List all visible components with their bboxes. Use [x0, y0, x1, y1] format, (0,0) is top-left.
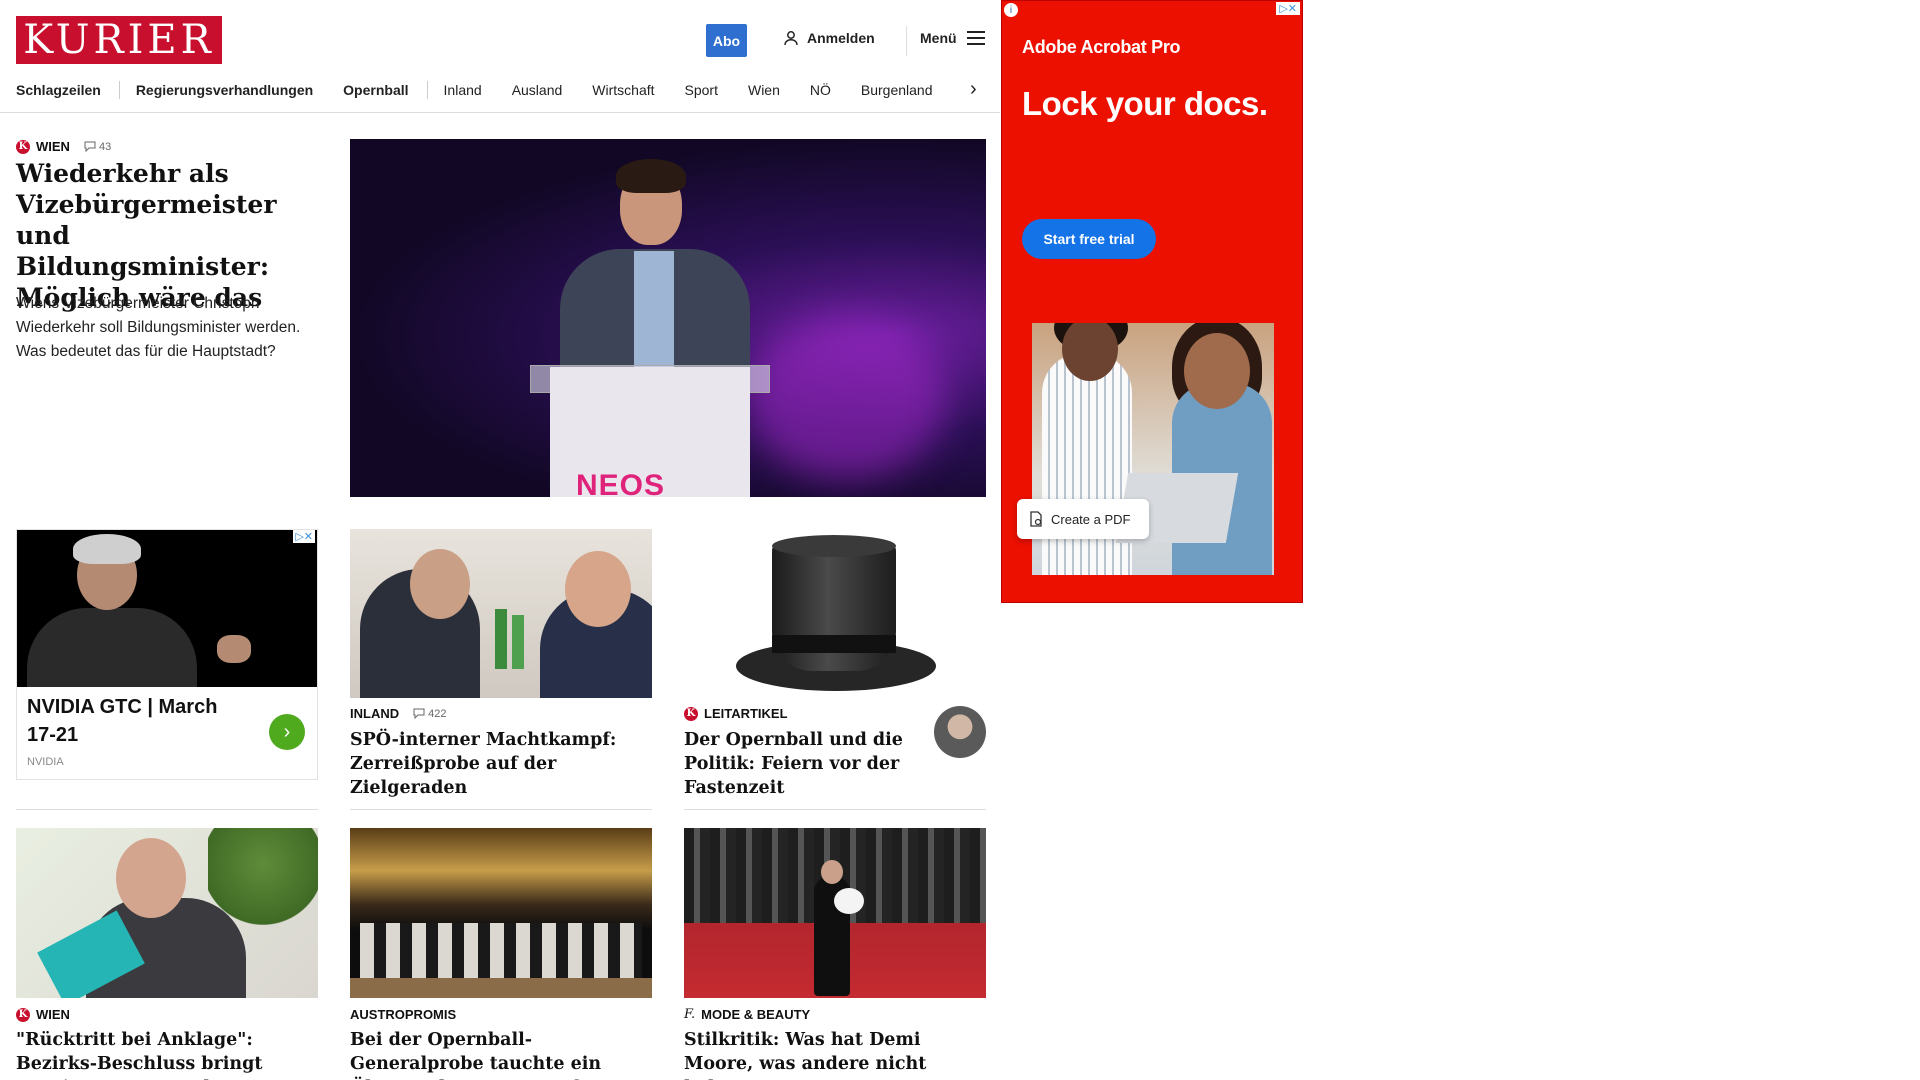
image-bottle	[512, 615, 524, 669]
image-bow	[834, 888, 864, 914]
row-divider	[684, 809, 986, 810]
lead-comments[interactable]: 43	[84, 141, 111, 153]
speaker-hair	[616, 159, 686, 193]
nav-item-inland[interactable]: Inland	[444, 82, 512, 98]
nav-item-wirtschaft[interactable]: Wirtschaft	[592, 82, 684, 98]
nav-item-regierungsverhandlungen[interactable]: Regierungsverhandlungen	[136, 82, 343, 98]
card-image-demi-moore[interactable]	[684, 828, 986, 998]
chevron-right-icon[interactable]: ›	[970, 79, 977, 99]
adobe-ad-brand: Adobe Acrobat Pro	[1022, 37, 1181, 57]
hat-band	[772, 635, 896, 653]
image-face	[821, 860, 843, 884]
card-section[interactable]: INLAND	[350, 706, 399, 721]
lead-teaser[interactable]: Wiens Vizebürgermeister Christoph Wieder…	[16, 292, 326, 364]
card-section[interactable]: MODE & BEAUTY	[701, 1007, 810, 1022]
card-headline[interactable]: SPÖ-interner Machtkampf: Zerreißprobe au…	[350, 728, 652, 800]
nav-divider	[426, 81, 428, 99]
nav-divider	[118, 81, 120, 99]
kurier-logo[interactable]: KURIER	[16, 16, 222, 64]
nav-item-opernball[interactable]: Opernball	[343, 82, 438, 98]
card-comments[interactable]: 422	[413, 708, 446, 720]
adchoices-icon[interactable]: ▷✕	[1276, 2, 1300, 15]
image-blur	[746, 319, 946, 479]
comment-icon	[413, 708, 425, 719]
card-headline[interactable]: "Rücktritt bei Anklage": Bezirks-Beschlu…	[16, 1028, 318, 1080]
nav-item-noe[interactable]: NÖ	[810, 82, 861, 98]
ad-info-icon[interactable]: i	[1004, 3, 1018, 17]
card-headline[interactable]: Stilkritik: Was hat Demi Moore, was ande…	[684, 1028, 986, 1080]
nvidia-ad-title[interactable]: NVIDIA GTC | March 17-21	[27, 693, 237, 749]
image-face	[116, 838, 186, 918]
nav-item-wien[interactable]: Wien	[748, 82, 810, 98]
user-icon	[784, 31, 798, 46]
image-dancers	[360, 923, 642, 983]
image-face	[410, 549, 470, 619]
image-floor	[350, 978, 652, 998]
section-navigation: Schlagzeilen Regierungsverhandlungen Ope…	[16, 76, 984, 104]
chevron-right-icon[interactable]: ›	[269, 714, 305, 750]
card-meta: K LEITARTIKEL	[684, 706, 788, 721]
speaker-shirt	[634, 251, 674, 371]
document-icon	[1030, 511, 1042, 527]
ad-person-face	[1184, 333, 1250, 409]
lead-comment-count: 43	[98, 140, 112, 153]
image-bottle	[495, 609, 507, 669]
login-label: Anmelden	[807, 30, 875, 46]
card-headline[interactable]: Bei der Opernball-Generalprobe tauchte e…	[350, 1028, 652, 1080]
card-image-opernball[interactable]	[350, 828, 652, 998]
card-meta: AUSTROPROMIS	[350, 1007, 456, 1022]
card-image-spoe[interactable]	[350, 529, 652, 698]
nvidia-ad-image	[17, 530, 317, 687]
freizeit-f-icon: f.	[684, 1007, 696, 1022]
hat-top	[772, 535, 896, 557]
nav-item-ausland[interactable]: Ausland	[512, 82, 593, 98]
menu-button[interactable]: Menü	[920, 30, 985, 46]
card-section[interactable]: WIEN	[36, 1007, 70, 1022]
nav-item-burgenland[interactable]: Burgenland	[861, 82, 963, 98]
card-meta: f. MODE & BEAUTY	[684, 1007, 810, 1022]
ad-person-jacket	[27, 608, 197, 687]
author-avatar[interactable]	[934, 706, 986, 758]
card-section[interactable]: LEITARTIKEL	[704, 706, 788, 721]
adchoices-icon[interactable]: ▷✕	[293, 530, 315, 543]
create-pdf-label: Create a PDF	[1051, 511, 1131, 527]
lead-headline[interactable]: Wiederkehr als Vizebürgermeister und Bil…	[16, 158, 316, 313]
nav-fade	[950, 76, 986, 104]
card-meta: K WIEN	[16, 1007, 70, 1022]
card-headline[interactable]: Der Opernball und die Politik: Feiern vo…	[684, 728, 914, 800]
card-section[interactable]: AUSTROPROMIS	[350, 1007, 456, 1022]
header-divider	[906, 26, 907, 56]
card-meta: INLAND 422	[350, 706, 446, 721]
row-divider	[350, 809, 652, 810]
login-button[interactable]: Anmelden	[783, 30, 875, 46]
neos-sign: NEOS	[576, 469, 666, 497]
kurier-k-icon: K	[16, 139, 30, 154]
lead-meta: K WIEN 43	[16, 139, 111, 154]
card-image-leitartikel[interactable]	[684, 529, 986, 698]
hamburger-icon	[966, 31, 985, 45]
kurier-k-icon: K	[16, 1007, 30, 1022]
nvidia-ad[interactable]: ▷✕ NVIDIA GTC | March 17-21 › NVIDIA	[16, 529, 318, 780]
kurier-k-icon: K	[684, 706, 698, 721]
abo-button[interactable]: Abo	[706, 24, 747, 57]
card-comment-count: 422	[428, 707, 447, 720]
nav-item-schlagzeilen[interactable]: Schlagzeilen	[16, 82, 131, 98]
comment-icon	[84, 141, 96, 152]
image-face	[565, 551, 631, 627]
adobe-ad-headline: Lock your docs.	[1022, 85, 1268, 122]
start-free-trial-button[interactable]: Start free trial	[1022, 219, 1156, 259]
lead-image[interactable]: NEOS	[350, 139, 986, 497]
header-divider-line	[0, 112, 1000, 113]
lead-section[interactable]: WIEN	[36, 139, 70, 154]
card-image-nevrivy[interactable]	[16, 828, 318, 998]
adobe-ad[interactable]: i ▷✕ Adobe Acrobat Pro Lock your docs. S…	[1001, 0, 1303, 603]
create-pdf-chip[interactable]: Create a PDF	[1017, 499, 1149, 539]
menu-label: Menü	[920, 30, 957, 46]
ad-person-hair	[73, 534, 141, 564]
ad-person-hand	[217, 635, 251, 663]
row-divider	[16, 809, 318, 810]
nav-item-sport[interactable]: Sport	[685, 82, 748, 98]
nvidia-ad-brand: NVIDIA	[27, 756, 64, 768]
